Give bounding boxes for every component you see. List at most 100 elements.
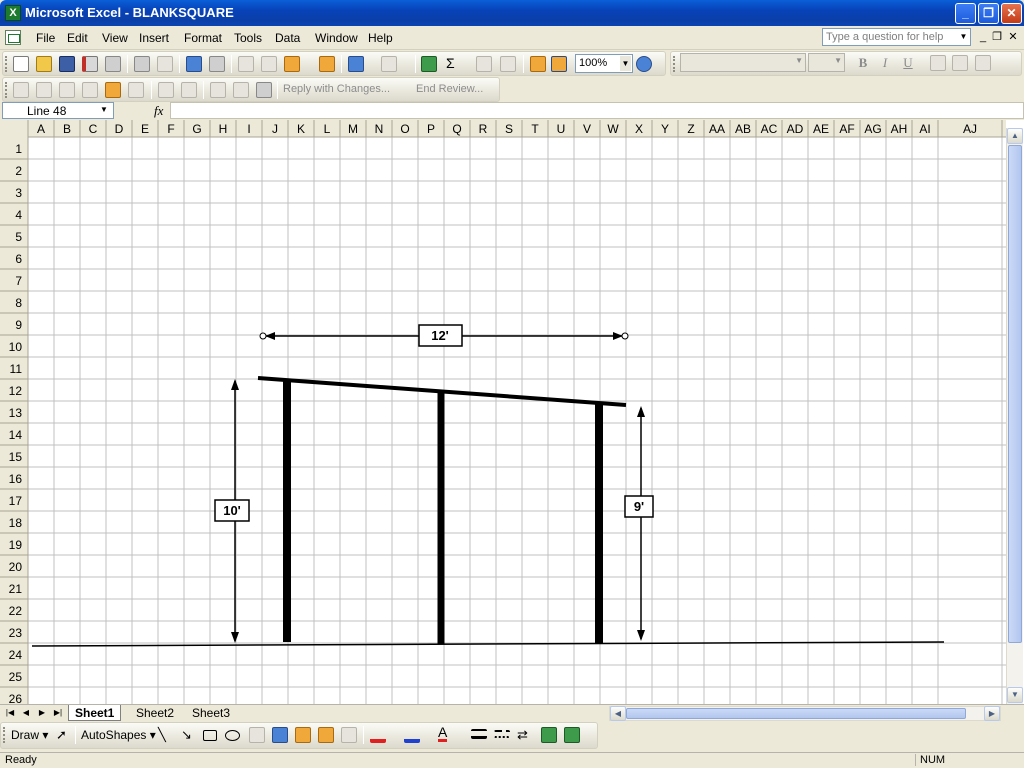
row-header[interactable]: 7: [15, 274, 22, 288]
column-header[interactable]: E: [141, 122, 149, 136]
reply-with-changes-button[interactable]: Reply with Changes...: [283, 83, 390, 95]
tab-sheet2[interactable]: Sheet2: [130, 705, 180, 721]
menu-tools[interactable]: Tools: [234, 31, 262, 45]
print-preview-icon[interactable]: [157, 56, 173, 72]
row-header[interactable]: 13: [9, 406, 23, 420]
clip-art-icon[interactable]: [318, 727, 334, 743]
scroll-up-icon[interactable]: ▲: [1007, 128, 1023, 144]
previous-comment-icon[interactable]: [36, 82, 52, 98]
column-header[interactable]: AH: [891, 122, 908, 136]
column-header[interactable]: T: [531, 122, 539, 136]
font-name-select[interactable]: ▼: [680, 53, 806, 72]
toolbar-grip[interactable]: [3, 727, 7, 743]
row-header[interactable]: 20: [9, 560, 23, 574]
autosum-icon[interactable]: Σ: [446, 55, 455, 71]
delete-comment-icon[interactable]: [128, 82, 144, 98]
line-icon[interactable]: ╲: [158, 727, 174, 743]
column-header[interactable]: AD: [787, 122, 804, 136]
row-header[interactable]: 9: [15, 318, 22, 332]
ink-annotations-icon[interactable]: [233, 82, 249, 98]
chevron-down-icon[interactable]: ▼: [957, 29, 970, 45]
tab-sheet1[interactable]: Sheet1: [68, 705, 122, 721]
toolbar-grip[interactable]: [5, 56, 9, 72]
previous-sheet-icon[interactable]: ◀: [20, 707, 32, 719]
cut-icon[interactable]: [238, 56, 254, 72]
column-header[interactable]: AA: [709, 122, 725, 136]
diagram-icon[interactable]: [295, 727, 311, 743]
drawing-toggle-icon[interactable]: [551, 56, 567, 72]
save-icon[interactable]: [59, 56, 75, 72]
row-header[interactable]: 5: [15, 230, 22, 244]
column-header[interactable]: O: [400, 122, 409, 136]
column-header[interactable]: AE: [813, 122, 829, 136]
italic-button[interactable]: I: [877, 55, 893, 71]
research-icon[interactable]: [209, 56, 225, 72]
horizontal-scroll-thumb[interactable]: [626, 708, 966, 719]
accept-icon[interactable]: [181, 82, 197, 98]
sort-descending-icon[interactable]: [500, 56, 516, 72]
column-header[interactable]: AB: [735, 122, 751, 136]
font-color-icon[interactable]: A: [438, 725, 448, 742]
arrow-style-icon[interactable]: ⇄: [517, 727, 533, 743]
align-left-icon[interactable]: [930, 55, 946, 71]
menu-window[interactable]: Window: [315, 31, 358, 45]
worksheet-grid[interactable]: A B C D E F G H I J K L M N O P Q R S T U V W X Y Z AA AB AC AD AE AF AG…: [0, 120, 1006, 704]
column-header[interactable]: R: [479, 122, 488, 136]
picture-icon[interactable]: [341, 727, 357, 743]
row-header[interactable]: 1: [15, 142, 22, 156]
close-button[interactable]: ✕: [1001, 3, 1022, 24]
chevron-down-icon[interactable]: ▼: [834, 56, 842, 65]
menu-view[interactable]: View: [102, 31, 128, 45]
row-header[interactable]: 21: [9, 582, 23, 596]
bold-button[interactable]: B: [855, 55, 871, 71]
open-icon[interactable]: [36, 56, 52, 72]
menu-file[interactable]: File: [36, 31, 55, 45]
chevron-down-icon[interactable]: ▼: [620, 56, 631, 71]
doc-restore-button[interactable]: ❐: [990, 29, 1004, 45]
row-header[interactable]: 12: [9, 384, 23, 398]
zoom-select[interactable]: 100% ▼: [575, 54, 633, 73]
autoshapes-menu-button[interactable]: AutoShapes ▾: [81, 728, 156, 742]
row-header[interactable]: 18: [9, 516, 23, 530]
print-icon[interactable]: [134, 56, 150, 72]
column-header[interactable]: AI: [919, 122, 930, 136]
track-changes-icon[interactable]: [158, 82, 174, 98]
column-header[interactable]: G: [192, 122, 201, 136]
toolbar-grip[interactable]: [5, 82, 9, 98]
row-header[interactable]: 23: [9, 626, 23, 640]
column-header[interactable]: K: [297, 122, 305, 136]
text-box-icon[interactable]: [249, 727, 265, 743]
vertical-scrollbar[interactable]: ▲ ▼: [1006, 128, 1023, 704]
underline-button[interactable]: U: [900, 55, 916, 71]
column-header[interactable]: V: [583, 122, 591, 136]
permission-icon[interactable]: [82, 56, 98, 72]
column-header[interactable]: B: [63, 122, 71, 136]
minimize-button[interactable]: _: [955, 3, 976, 24]
workbook-icon[interactable]: [5, 30, 21, 45]
help-search-input[interactable]: Type a question for help ▼: [822, 28, 971, 46]
next-sheet-icon[interactable]: ▶: [36, 707, 48, 719]
wordart-icon[interactable]: [272, 727, 288, 743]
column-header[interactable]: X: [635, 122, 643, 136]
end-review-button[interactable]: End Review...: [416, 83, 483, 95]
send-to-mail-icon[interactable]: [256, 82, 272, 98]
format-painter-icon[interactable]: [319, 56, 335, 72]
insert-function-icon[interactable]: fx: [154, 103, 163, 119]
column-header[interactable]: Z: [687, 122, 694, 136]
row-header[interactable]: 17: [9, 494, 23, 508]
column-header[interactable]: A: [37, 122, 45, 136]
3d-style-icon[interactable]: [564, 727, 580, 743]
show-all-comments-icon[interactable]: [105, 82, 121, 98]
line-style-icon[interactable]: [471, 729, 487, 739]
column-header[interactable]: N: [375, 122, 384, 136]
row-header[interactable]: 25: [9, 670, 23, 684]
column-header[interactable]: Q: [452, 122, 461, 136]
handle-icon[interactable]: [621, 332, 629, 340]
doc-close-button[interactable]: ✕: [1006, 29, 1020, 45]
doc-minimize-button[interactable]: _: [976, 29, 990, 45]
column-header[interactable]: I: [247, 122, 250, 136]
shadow-style-icon[interactable]: [541, 727, 557, 743]
oval-icon[interactable]: [225, 730, 240, 741]
column-header[interactable]: J: [272, 122, 278, 136]
row-header[interactable]: 19: [9, 538, 23, 552]
